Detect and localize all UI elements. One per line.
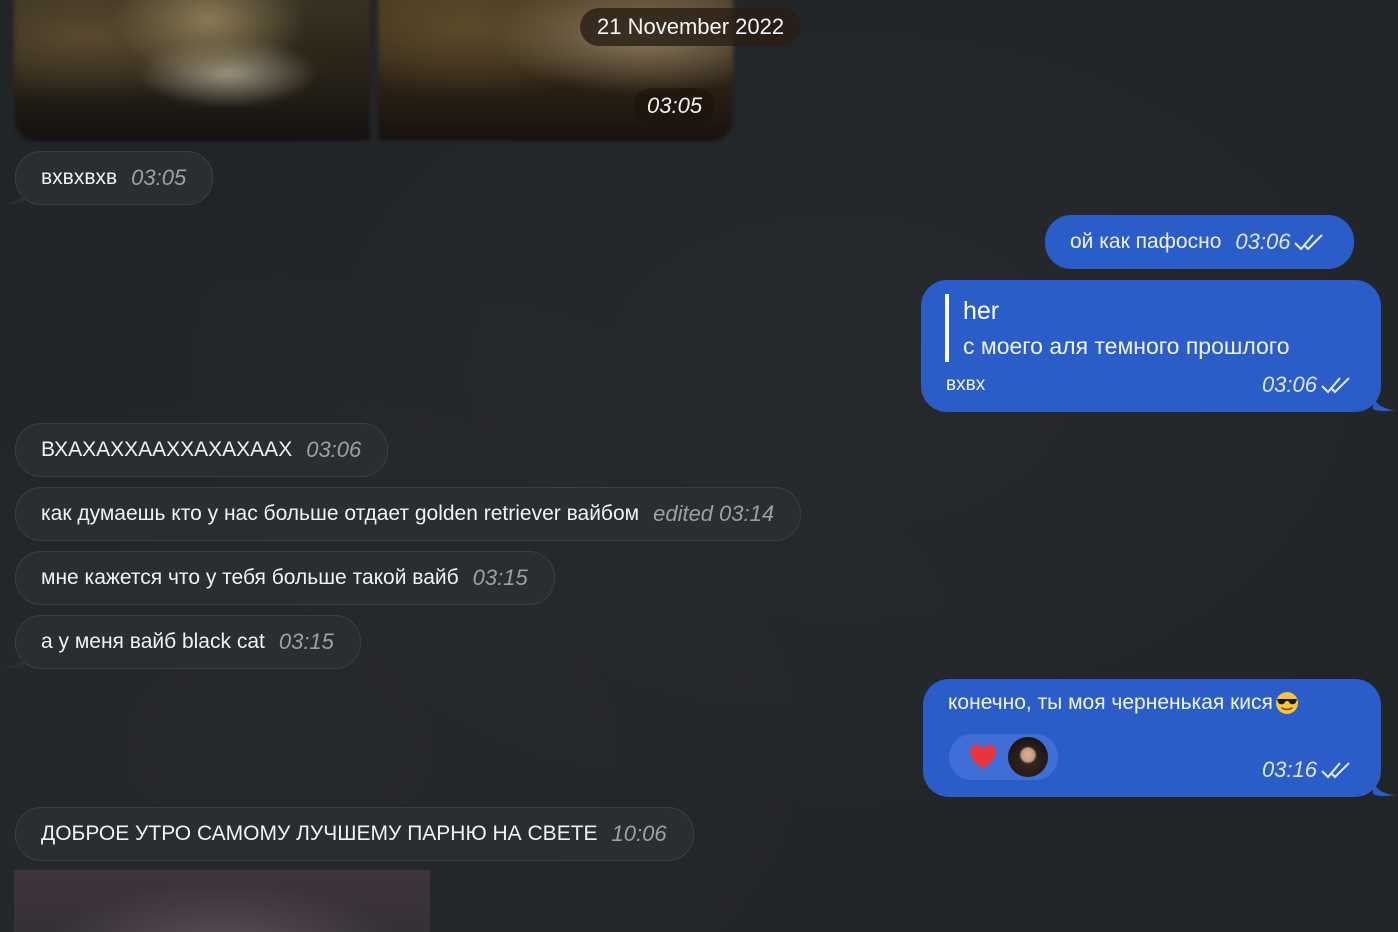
message-time: 03:06 [1261,372,1317,397]
message-text: а у меня вайб black cat [41,630,265,653]
message-bubble-incoming[interactable]: ДОБРОЕ УТРО САМОМУ ЛУЧШЕМУ ПАРНЮ НА СВЕТ… [15,807,694,861]
photo-timestamp: 03:05 [634,88,716,123]
message-text: ДОБРОЕ УТРО САМОМУ ЛУЧШЕМУ ПАРНЮ НА СВЕТ… [41,822,598,845]
message-meta: 03:16 [1262,757,1353,783]
reply-quote[interactable]: her с моего аля темного прошлого [945,294,1289,362]
message-text: вхвх [946,374,986,395]
message-time: 03:16 [1261,757,1317,782]
bubble-tail [4,186,24,205]
photo-thumbnail-3[interactable] [14,870,430,932]
message-content: конечно, ты моя черненькая кися [948,691,1299,715]
message-text: мне кажется что у тебя больше такой вайб [41,566,459,589]
edited-label: edited [653,501,714,526]
double-check-icon [1294,234,1324,251]
message-text: ой как пафосно [1070,230,1222,253]
message-text: как думаешь кто у нас больше отдает gold… [41,502,640,525]
message-bubble-incoming[interactable]: как думаешь кто у нас больше отдает gold… [15,487,802,541]
chat-history[interactable]: 03:05 21 November 2022 вхвхвхв 03:05 ой … [0,0,1398,932]
photo-thumbnail-1[interactable] [14,0,370,141]
bubble-tail [1373,777,1395,797]
message-meta: 03:06 [1262,372,1353,398]
message-bubble-incoming[interactable]: мне кажется что у тебя больше такой вайб… [15,551,555,605]
message-bubble-incoming[interactable]: вхвхвхв 03:05 [15,151,214,205]
message-time: 03:15 [472,565,528,590]
message-time: 10:06 [611,821,667,846]
message-bubble-outgoing[interactable]: ой как пафосно 03:06 [1045,215,1355,269]
message-text: вхвхвхв [41,166,118,189]
date-separator: 21 November 2022 [580,8,802,46]
double-check-icon [1321,377,1350,394]
bubble-tail [1373,392,1395,412]
bubble-tail [4,650,24,669]
message-bubble-outgoing-reply[interactable]: her с моего аля темного прошлого вхвх 03… [921,280,1381,412]
message-text: ВХАХАХХААХХАХАХААХ [41,438,293,461]
message-time: 03:05 [131,165,187,190]
reaction-pill[interactable] [949,734,1058,780]
message-text: конечно, ты моя черненькая кися [948,691,1273,714]
message-time: 03:15 [278,629,334,654]
avatar[interactable] [1008,737,1048,777]
message-bubble-incoming[interactable]: ВХАХАХХААХХАХАХААХ 03:06 [15,423,389,477]
message-bubble-outgoing[interactable]: конечно, ты моя черненькая кися 03:16 [923,679,1381,797]
reply-author: her [963,297,1000,325]
message-time: 03:06 [1235,229,1291,254]
message-bubble-incoming[interactable]: а у меня вайб black cat 03:15 [15,615,361,669]
heart-icon [970,745,996,769]
message-time: 03:14 [719,501,775,526]
reply-quote-text: с моего аля темного прошлого [963,333,1290,359]
double-check-icon [1321,762,1350,779]
sunglasses-emoji [1275,692,1298,714]
message-time: 03:06 [306,437,362,462]
